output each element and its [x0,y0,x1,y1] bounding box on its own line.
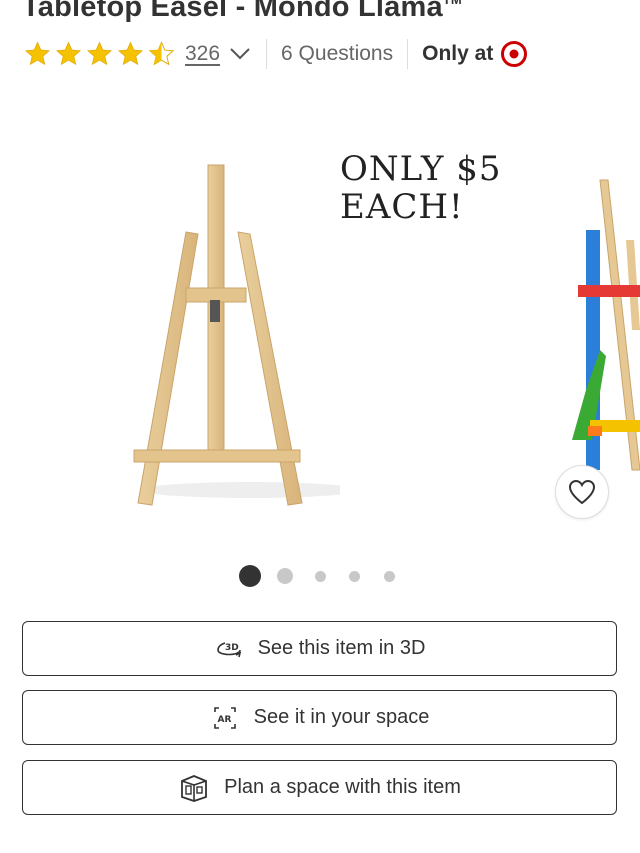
questions-link[interactable]: 6 Questions [281,42,393,66]
star-icon [117,41,144,66]
star-rating[interactable]: 326 [22,40,252,68]
product-title-text: Tabletop Easel - Mondo Llama [22,0,443,23]
product-image-carousel[interactable]: ONLY $5 EACH! [0,90,640,540]
promo-line-2: EACH! [340,187,464,227]
reviews-link[interactable]: 326 [185,42,252,66]
plan-space-button[interactable]: Plan a space with this item [22,760,617,815]
carousel-dot[interactable] [348,570,360,582]
promo-text: ONLY $5 EACH! [340,150,502,226]
carousel-dot[interactable] [383,570,395,582]
only-at-label: Only at [422,42,494,65]
easel-colored-image [572,179,640,471]
target-bullseye-icon [501,41,528,67]
carousel-dot[interactable] [314,570,326,582]
review-count: 326 [185,42,221,65]
divider [407,39,409,69]
carousel-pagination [0,564,640,588]
heart-icon [568,479,596,505]
star-icon [24,41,51,66]
see-in-3d-label: See this item in 3D [257,637,426,659]
star-icon [86,41,113,66]
only-at-target: Only at [422,41,528,67]
divider [266,39,268,69]
star-icon [55,41,82,66]
half-star-icon [148,41,175,66]
room-plan-icon [181,774,208,802]
product-title: Tabletop Easel - Mondo LlamaTM [22,0,462,24]
see-in-space-button[interactable]: AR See it in your space [22,690,617,745]
see-in-space-label: See it in your space [253,706,430,728]
3d-rotate-icon: 3D [216,641,241,657]
plan-space-label: Plan a space with this item [224,776,461,798]
rating-row: 326 6 Questions Only at [22,36,528,72]
svg-text:3D: 3D [225,643,239,653]
carousel-dot-active[interactable] [239,565,261,587]
carousel-dot[interactable] [277,568,293,584]
see-in-3d-button[interactable]: 3D See this item in 3D [22,621,617,676]
trademark: TM [443,0,462,7]
easel-image [133,164,340,506]
svg-text:AR: AR [217,715,231,725]
chevron-down-icon [230,48,250,60]
promo-line-1: ONLY $5 [340,149,502,189]
ar-icon: AR [213,706,236,729]
favorite-button[interactable] [555,465,609,519]
